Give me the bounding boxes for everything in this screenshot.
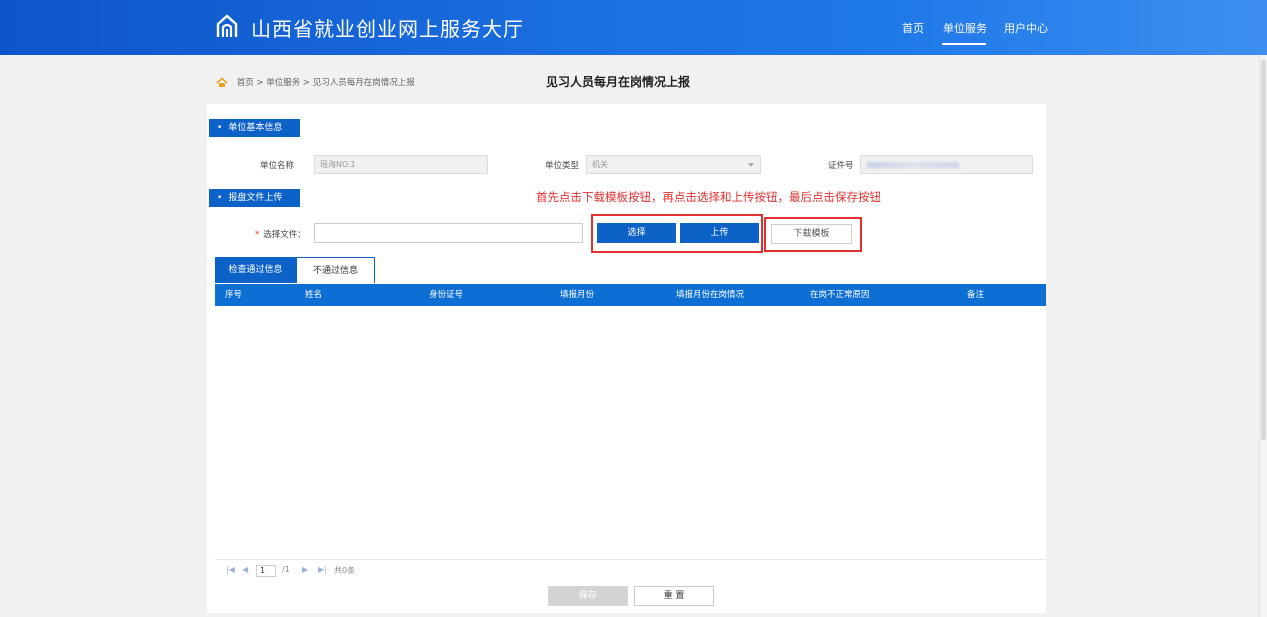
home-icon xyxy=(216,76,228,87)
nav-home[interactable]: 首页 xyxy=(902,20,924,36)
section-file-upload: 报盘文件上传 xyxy=(209,189,300,207)
upload-button[interactable]: 上传 xyxy=(680,223,759,243)
file-path-input[interactable] xyxy=(314,223,583,243)
nav-user-center[interactable]: 用户中心 xyxy=(1004,20,1048,36)
col-remarks: 备注 xyxy=(967,290,985,300)
col-index: 序号 xyxy=(225,290,243,300)
tab-passed-info[interactable]: 检查通过信息 xyxy=(215,257,296,283)
col-month-status: 填报月份在岗情况 xyxy=(676,290,745,300)
table-header: 序号 姓名 身份证号 填报月份 填报月份在岗情况 在岗不正常原因 备注 xyxy=(215,284,1046,306)
download-template-button[interactable]: 下载模板 xyxy=(771,224,852,244)
file-select-label-text: 选择文件： xyxy=(263,230,306,240)
unit-type-value: 机关 xyxy=(592,160,608,169)
page-number-input[interactable]: 1 xyxy=(256,565,276,577)
unit-name-label: 单位名称 xyxy=(260,161,295,171)
page-title: 见习人员每月在岗情况上报 xyxy=(546,75,691,89)
unit-name-field: 瑶海NO.1 xyxy=(314,155,488,174)
breadcrumb-text[interactable]: 首页 > 单位服务 > 见习人员每月在岗情况上报 xyxy=(237,78,415,88)
main-panel xyxy=(207,104,1046,613)
unit-type-select: 机关 xyxy=(586,155,761,174)
reset-button[interactable]: 重 置 xyxy=(634,586,714,606)
prev-page-icon[interactable]: ◀ xyxy=(242,565,248,574)
cert-number-redacted xyxy=(867,162,959,168)
required-mark: * xyxy=(255,230,260,240)
cert-number-label: 证件号 xyxy=(828,161,854,171)
breadcrumb: 首页 > 单位服务 > 见习人员每月在岗情况上报 xyxy=(216,76,415,88)
chevron-down-icon xyxy=(748,163,754,167)
pager-divider xyxy=(215,559,1046,560)
nav-active-indicator xyxy=(942,43,986,45)
tab-failed-info[interactable]: 不通过信息 xyxy=(296,257,375,283)
last-page-icon[interactable]: ▶| xyxy=(318,565,327,574)
file-select-label: * 选择文件： xyxy=(255,228,306,240)
cert-number-field xyxy=(860,155,1033,174)
site-logo-icon xyxy=(216,14,238,37)
save-button[interactable]: 保存 xyxy=(548,586,628,606)
total-records: 共0条 xyxy=(334,566,356,575)
nav-unit-services[interactable]: 单位服务 xyxy=(943,20,987,36)
col-abnormal-reason: 在岗不正常原因 xyxy=(810,290,870,300)
col-id-number: 身份证号 xyxy=(429,290,464,300)
instruction-hint: 首先点击下载模板按钮，再点击选择和上传按钮，最后点击保存按钮 xyxy=(536,190,881,204)
unit-name-value: 瑶海NO.1 xyxy=(320,160,356,169)
first-page-icon[interactable]: |◀ xyxy=(226,565,235,574)
col-report-month: 填报月份 xyxy=(560,290,595,300)
top-header: 山西省就业创业网上服务大厅 首页 单位服务 用户中心 xyxy=(0,0,1267,55)
section-file-upload-label: 报盘文件上传 xyxy=(228,193,283,203)
site-title: 山西省就业创业网上服务大厅 xyxy=(251,17,524,41)
total-pages: /1 xyxy=(282,565,290,574)
select-file-button[interactable]: 选择 xyxy=(597,223,676,243)
section-unit-info: 单位基本信息 xyxy=(209,119,300,137)
page-scrollbar-thumb[interactable] xyxy=(1261,60,1266,440)
next-page-icon[interactable]: ▶ xyxy=(302,565,308,574)
col-name: 姓名 xyxy=(305,290,323,300)
section-unit-info-label: 单位基本信息 xyxy=(228,123,283,133)
unit-type-label: 单位类型 xyxy=(545,161,580,171)
